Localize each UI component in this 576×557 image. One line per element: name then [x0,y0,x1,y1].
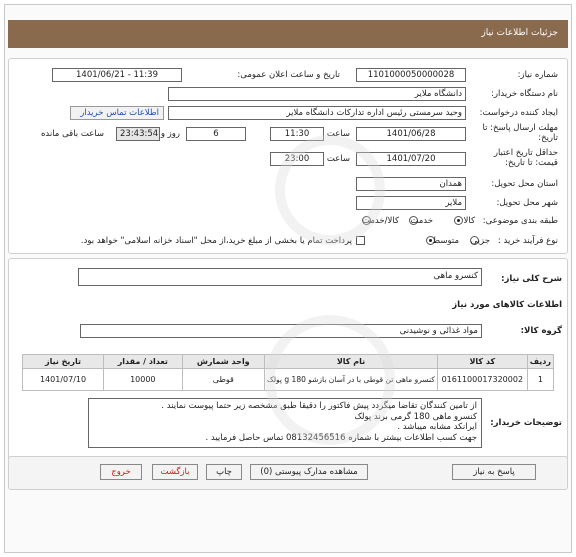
summary-label: شرح کلی نیاز: [501,274,562,284]
page-title: جزئیات اطلاعات نیاز [481,28,558,38]
process-label: نوع فرآیند خرید : [497,236,558,246]
category-goods-label: کالا [463,216,475,226]
validity-label-1: حداقل تاریخ اعتبار [493,148,558,158]
creator-label: ایجاد کننده درخواست: [479,108,558,118]
buyer-field: دانشگاه ملایر [168,87,466,101]
buyer-notes-label: توضیحات خریدار: [490,418,562,428]
validity-date-field: 1401/07/20 [356,152,466,166]
buyer-note-line: کنسرو ماهی 180 گرمی برند پولک [354,411,477,422]
city-field: ملایر [356,196,466,210]
announce-label: تاریخ و ساعت اعلان عمومی: [237,70,340,80]
table-row: 1 0161100017320002 کنسرو ماهی تن قوطی با… [21,368,555,391]
col-need-date: تاریخ نیاز [21,354,105,369]
deadline-label-2: تاریخ: [538,133,558,143]
back-button[interactable]: بازگشت [152,464,198,480]
print-button[interactable]: چاپ [206,464,242,480]
city-label: شهر محل تحویل: [496,198,558,208]
remaining-time-field: 23:43:54 [116,127,160,141]
group-label: گروه کالا: [520,326,562,336]
category-both-label: کالا/خدمت [362,216,399,226]
days-label: روز و [160,129,180,139]
cell-need-date: 1401/07/10 [21,368,105,391]
table-header-row: ردیف کد کالا نام کالا واحد شمارش تعداد /… [21,354,555,369]
goods-table: ردیف کد کالا نام کالا واحد شمارش تعداد /… [21,354,555,391]
exit-button[interactable]: خروج [100,464,142,480]
col-row: ردیف [526,354,555,369]
cell-quantity: 10000 [103,368,183,391]
process-medium-label: متوسط [432,236,459,246]
province-field: همدان [356,177,466,191]
deadline-label-1: مهلت ارسال پاسخ: تا [482,123,558,133]
col-name: نام کالا [264,354,438,369]
group-field: مواد غذائی و نوشیدنی [80,324,482,338]
creator-field: وحید سرمستی رئیس اداره تدارکات دانشگاه م… [168,106,466,120]
need-number-label: شماره نیاز: [517,70,558,80]
col-unit: واحد شمارش [181,354,266,369]
buyer-note-line: جهت کسب اطلاعات بیشتر با شماره 081324565… [205,432,477,443]
category-goods-radio[interactable] [454,216,463,225]
buyer-contact-button[interactable]: اطلاعات تماس خریدار [70,106,164,120]
validity-label-2: قیمت: تا تاریخ: [505,158,558,168]
buyer-note-line: ایرانکد مشابه میباشد . [397,422,477,432]
category-label: طبقه بندی موضوعی: [482,216,558,226]
validity-time-field: 23:00 [270,152,324,166]
reply-button[interactable]: پاسخ به نیاز [452,464,536,480]
attachments-button[interactable]: مشاهده مدارک پیوستی (0) [250,464,368,480]
goods-info-title: اطلاعات کالاهای مورد نیاز [452,300,562,310]
buyer-notes-box: از تامین کنندگان تقاضا میگردد پیش فاکتور… [88,398,482,448]
category-service-label: خدمت [410,216,433,226]
deadline-time-label: ساعت [326,129,350,139]
cell-row: 1 [526,368,555,391]
summary-field: کنسرو ماهی [78,268,482,286]
treasury-payment-note: پرداخت تمام یا بخشی از مبلغ خرید،از محل … [80,236,352,246]
treasury-payment-checkbox[interactable] [356,236,365,245]
deadline-time-field: 11:30 [270,127,324,141]
cell-name: کنسرو ماهی تن قوطی با در آسان بازشو 180 … [264,368,438,391]
need-number-field: 1101000050000028 [356,68,466,82]
buyer-label: نام دستگاه خریدار: [491,89,558,99]
buyer-note-line: از تامین کنندگان تقاضا میگردد پیش فاکتور… [161,401,477,411]
cell-code: 0161100017320002 [436,368,528,391]
announce-field: 1401/06/21 - 11:39 [52,68,182,82]
process-partial-label: جزیی [470,236,490,246]
page-header: جزئیات اطلاعات نیاز [8,20,568,48]
remaining-label: ساعت باقی مانده [40,129,104,139]
summary-value: کنسرو ماهی [433,271,478,281]
cell-unit: قوطی [181,368,266,391]
col-quantity: تعداد / مقدار [103,354,183,369]
col-code: کد کالا [436,354,528,369]
validity-time-label: ساعت [326,154,350,164]
deadline-date-field: 1401/06/28 [356,127,466,141]
province-label: استان محل تحویل: [491,179,558,189]
days-field: 6 [186,127,246,141]
